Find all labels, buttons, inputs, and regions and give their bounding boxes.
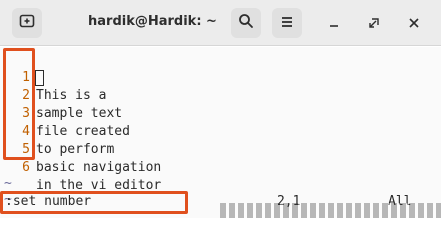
editor-line: 1 This is a: [0, 51, 106, 103]
text-cursor: [35, 70, 44, 86]
minimize-button[interactable]: [324, 13, 344, 33]
minimize-icon: [328, 14, 340, 33]
window-titlebar: hardik@Hardik: ~: [0, 0, 441, 46]
terminal-area[interactable]: 1 This is a 2 sample text 3 file created…: [0, 47, 441, 218]
line-text: to perform: [36, 142, 115, 157]
editor-line: 3 file created: [0, 87, 130, 139]
hamburger-menu-icon: [280, 14, 294, 33]
editor-line: 4 to perform: [0, 105, 114, 157]
menu-button[interactable]: [272, 8, 302, 38]
line-text: sample text: [36, 106, 123, 121]
line-text: basic navigation: [36, 160, 162, 175]
empty-line-marker: ~: [4, 192, 12, 207]
close-icon: [408, 14, 420, 33]
editor-line: 2 sample text: [0, 69, 122, 121]
line-text: This is a: [36, 88, 107, 103]
close-button[interactable]: [404, 13, 424, 33]
maximize-icon: [368, 14, 380, 33]
new-tab-button[interactable]: [12, 8, 42, 38]
maximize-button[interactable]: [364, 13, 384, 33]
command-line: :set number: [5, 194, 92, 209]
line-text: file created: [36, 124, 130, 139]
editor-line: 5 basic navigation: [0, 123, 161, 175]
search-icon: [238, 13, 254, 33]
background-text-fragment: [220, 203, 441, 218]
new-tab-icon: [19, 13, 35, 33]
search-button[interactable]: [231, 8, 261, 38]
window-title: hardik@Hardik: ~: [88, 14, 217, 29]
